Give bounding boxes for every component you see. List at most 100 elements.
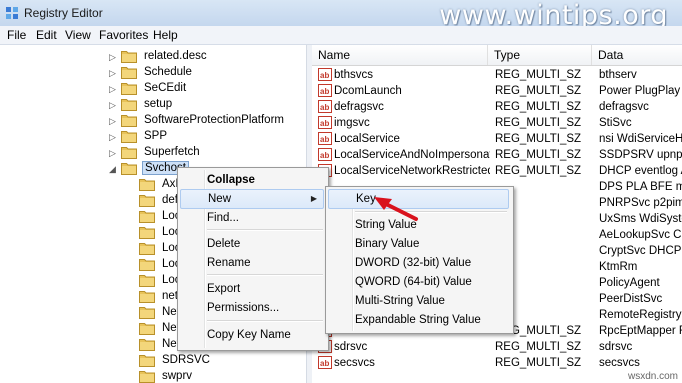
list-row[interactable]: ab imgsvc REG_MULTI_SZ StiSvc (312, 115, 682, 131)
value-name: LocalServiceAndNoImpersonati... (334, 149, 490, 161)
context-menu-item-export[interactable]: Export (180, 279, 324, 299)
value-data: DPS PLA BFE mps (599, 181, 682, 193)
new-qword-64-bit-value[interactable]: QWORD (64-bit) Value (328, 272, 509, 292)
expander-icon[interactable]: ▷ (109, 132, 116, 143)
column-header-name[interactable]: Name (312, 45, 488, 65)
tree-item-label: related.desc (144, 50, 207, 62)
folder-icon (121, 67, 137, 79)
value-data: DHCP eventlog Al (599, 165, 682, 177)
folder-icon (139, 339, 155, 351)
menu-edit[interactable]: Edit (36, 28, 57, 42)
string-value-icon: ab (318, 116, 332, 129)
list-row[interactable]: ab LocalServiceAndNoImpersonati... REG_MUL… (312, 147, 682, 163)
value-name: secsvcs (334, 357, 375, 369)
list-row[interactable]: abLocalServiceNetworkRestrictedREG_MULTI… (312, 163, 682, 179)
menu-item-label: Collapse (207, 174, 255, 186)
context-menu-item-delete[interactable]: Delete (180, 234, 324, 254)
context-menu-item-permissions[interactable]: Permissions... (180, 298, 324, 318)
registry-editor-icon (6, 7, 18, 19)
folder-icon (139, 371, 155, 383)
value-data: PNRPSvc p2pimsv (599, 197, 682, 209)
expander-icon[interactable]: ▷ (109, 68, 116, 79)
new-expandable-string-value[interactable]: Expandable String Value (328, 310, 509, 330)
folder-icon (121, 51, 137, 63)
new-dword-32-bit-value[interactable]: DWORD (32-bit) Value (328, 253, 509, 273)
menu-help[interactable]: Help (153, 28, 178, 42)
value-data: sdrsvc (599, 341, 633, 353)
folder-icon (139, 307, 155, 319)
list-row[interactable]: ab bthsvcs REG_MULTI_SZ bthserv (312, 67, 682, 83)
value-data: SSDPSRV upnphos (599, 149, 682, 161)
value-type: REG_MULTI_SZ (495, 85, 582, 97)
context-menu-item-new[interactable]: New ▶ (180, 189, 324, 209)
value-data: CryptSvc DHCP T (599, 245, 682, 257)
context-menu-item-find[interactable]: Find... (180, 208, 324, 228)
expander-icon[interactable]: ◢ (109, 164, 116, 175)
menu-item-label: Export (207, 283, 241, 295)
folder-icon (121, 99, 137, 111)
value-name: LocalService (334, 133, 400, 145)
value-data: Power PlugPlay D (599, 85, 682, 97)
menu-item-label: Permissions... (207, 302, 280, 314)
menu-item-label: Expandable String Value (355, 314, 481, 326)
tree-item-label: SDRSVC (162, 354, 210, 366)
menu-file[interactable]: File (7, 28, 26, 42)
list-row[interactable]: absdrsvcREG_MULTI_SZsdrsvc (312, 339, 682, 355)
submenu-arrow-icon: ▶ (310, 194, 317, 203)
tree-item-label: SeCEdit (144, 82, 187, 94)
folder-icon (139, 275, 155, 287)
value-type: REG_MULTI_SZ (495, 357, 582, 369)
expander-icon[interactable]: ▷ (109, 116, 116, 127)
menu-item-label: DWORD (32-bit) Value (355, 257, 472, 269)
column-header-data[interactable]: Data (592, 45, 682, 65)
menu-item-label: Binary Value (355, 238, 420, 250)
tree-item-label: SoftwareProtectionPlatform (144, 114, 284, 126)
context-menu-item-copy-key-name[interactable]: Copy Key Name (180, 325, 324, 345)
menu-item-label: Rename (207, 257, 251, 269)
column-header-type[interactable]: Type (488, 45, 592, 65)
menu-view[interactable]: View (65, 28, 91, 42)
value-name: bthsvcs (334, 69, 373, 81)
value-name: DcomLaunch (334, 85, 402, 97)
folder-icon (139, 227, 155, 239)
svg-text:ab: ab (320, 119, 329, 128)
menu-separator (207, 229, 323, 231)
red-arrow-icon (374, 197, 418, 221)
folder-icon (121, 163, 137, 175)
svg-text:ab: ab (320, 87, 329, 96)
value-data: defragsvc (599, 101, 649, 113)
value-type: REG_MULTI_SZ (495, 69, 582, 81)
menu-item-label: Multi-String Value (355, 295, 445, 307)
expander-icon[interactable]: ▷ (109, 52, 116, 63)
expander-icon[interactable]: ▷ (109, 84, 116, 95)
folder-icon (139, 195, 155, 207)
svg-text:ab: ab (320, 359, 329, 368)
list-row[interactable]: ab defragsvc REG_MULTI_SZ defragsvc (312, 99, 682, 115)
folder-icon (139, 259, 155, 271)
string-value-icon: ab (318, 132, 332, 145)
menu-bar: File Edit View Favorites Help (0, 26, 682, 45)
list-row[interactable]: ab DcomLaunch REG_MULTI_SZ Power PlugPlay D (312, 83, 682, 99)
value-type: REG_MULTI_SZ (495, 101, 582, 113)
tree-item-label: Superfetch (144, 146, 200, 158)
value-data: UxSms WdiSystem (599, 213, 682, 225)
string-value-icon: ab (318, 148, 332, 161)
menu-item-label: Delete (207, 238, 241, 250)
context-menu-item-rename[interactable]: Rename (180, 253, 324, 273)
menu-favorites[interactable]: Favorites (99, 28, 148, 42)
expander-icon[interactable]: ▷ (109, 100, 116, 111)
value-data: RpcEptMapper Rp (599, 325, 682, 337)
value-data: KtmRm (599, 261, 638, 273)
list-row[interactable]: ab LocalService REG_MULTI_SZ nsi WdiService… (312, 131, 682, 147)
context-menu-item-collapse[interactable]: Collapse (180, 170, 324, 190)
value-type: REG_MULTI_SZ (495, 341, 582, 353)
string-value-icon: ab (318, 68, 332, 81)
svg-text:ab: ab (320, 151, 329, 160)
tree-item-label: setup (144, 98, 173, 110)
new-multi-string-value[interactable]: Multi-String Value (328, 291, 509, 311)
folder-icon (139, 243, 155, 255)
tree-item-label: swprv (162, 370, 193, 382)
new-binary-value[interactable]: Binary Value (328, 234, 509, 254)
expander-icon[interactable]: ▷ (109, 148, 116, 159)
list-row[interactable]: ab secsvcs REG_MULTI_SZ secsvcs (312, 355, 682, 371)
